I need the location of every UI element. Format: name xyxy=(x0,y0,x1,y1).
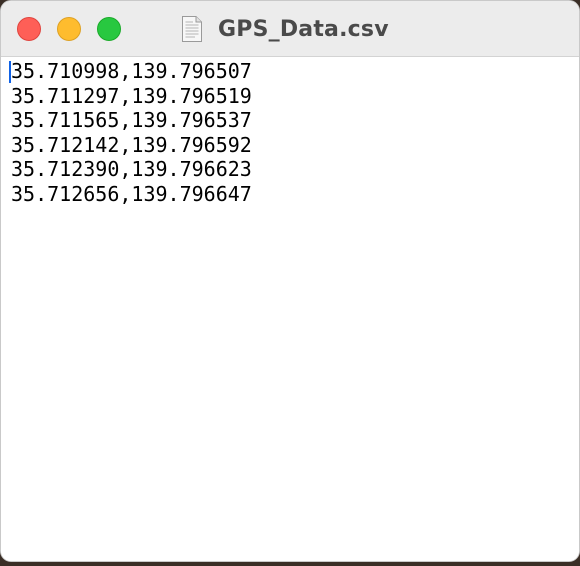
window-title: GPS_Data.csv xyxy=(218,16,389,42)
text-line[interactable]: 35.711297,139.796519 xyxy=(11,84,252,109)
text-editor-window: GPS_Data.csv 35.710998,139.796507 35.711… xyxy=(0,0,580,562)
document-icon[interactable] xyxy=(181,15,203,43)
text-line[interactable]: 35.712656,139.796647 xyxy=(11,182,252,207)
text-line[interactable]: 35.711565,139.796537 xyxy=(11,108,252,133)
document-text-area[interactable]: 35.710998,139.796507 35.711297,139.79651… xyxy=(1,57,579,561)
document-text[interactable]: 35.710998,139.796507 35.711297,139.79651… xyxy=(11,59,252,206)
text-line[interactable]: 35.712142,139.796592 xyxy=(11,133,252,158)
zoom-window-button[interactable] xyxy=(97,17,121,41)
text-line[interactable]: 35.712390,139.796623 xyxy=(11,157,252,182)
title-bar[interactable]: GPS_Data.csv xyxy=(1,1,579,57)
window-title-area: GPS_Data.csv xyxy=(181,12,389,46)
close-window-button[interactable] xyxy=(17,17,41,41)
minimize-window-button[interactable] xyxy=(57,17,81,41)
text-line[interactable]: 35.710998,139.796507 xyxy=(11,59,252,84)
